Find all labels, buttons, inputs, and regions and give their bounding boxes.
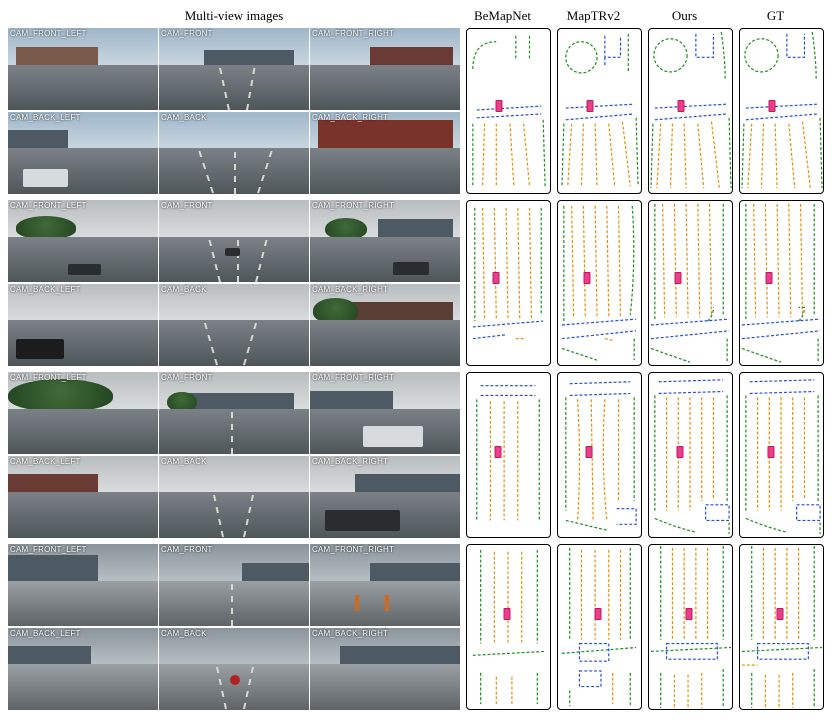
cam-front-left: CAM_FRONT_LEFT [8, 28, 158, 110]
map-maptrv2 [557, 372, 642, 538]
header-bemapnet: BeMapNet [460, 8, 545, 24]
ego-vehicle-icon [585, 446, 592, 458]
map-bemapnet [466, 28, 551, 194]
cam-front: CAM_FRONT [159, 372, 309, 454]
map-maptrv2 [557, 544, 642, 710]
cam-back-right: CAM_BACK_RIGHT [310, 628, 460, 710]
multiview-grid: CAM_FRONT_LEFT CAM_FRONT CAM_FRONT_RIGHT… [8, 372, 460, 538]
multiview-grid: CAM_FRONT_LEFT CAM_FRONT CAM_FRONT_RIGHT… [8, 28, 460, 194]
cam-front: CAM_FRONT [159, 544, 309, 626]
cam-back: CAM_BACK [159, 456, 309, 538]
scene-row-3: CAM_FRONT_LEFT CAM_FRONT CAM_FRONT_RIGHT… [8, 372, 830, 538]
ego-vehicle-icon [586, 100, 593, 112]
ego-vehicle-icon [677, 100, 684, 112]
cam-front: CAM_FRONT [159, 28, 309, 110]
map-maptrv2 [557, 28, 642, 194]
scene-row-2: CAM_FRONT_LEFT CAM_FRONT CAM_FRONT_RIGHT… [8, 200, 830, 366]
cam-front-left: CAM_FRONT_LEFT [8, 372, 158, 454]
cam-front-left: CAM_FRONT_LEFT [8, 544, 158, 626]
cam-back: CAM_BACK [159, 284, 309, 366]
scene-row-4: CAM_FRONT_LEFT CAM_FRONT CAM_FRONT_RIGHT… [8, 544, 830, 710]
map-ours [648, 200, 733, 366]
map-gt [739, 544, 824, 710]
ego-vehicle-icon [495, 100, 502, 112]
cam-back-left: CAM_BACK_LEFT [8, 284, 158, 366]
map-ours [648, 28, 733, 194]
header-multiview: Multi-view images [8, 8, 460, 24]
ego-vehicle-icon [675, 272, 682, 284]
map-gt [739, 372, 824, 538]
ego-vehicle-icon [768, 100, 775, 112]
cam-front-right: CAM_FRONT_RIGHT [310, 200, 460, 282]
map-gt [739, 28, 824, 194]
ego-vehicle-icon [503, 608, 510, 620]
ego-vehicle-icon [766, 272, 773, 284]
ego-vehicle-icon [493, 272, 500, 284]
comparison-figure: Multi-view images BeMapNet MapTRv2 Ours … [8, 8, 830, 714]
map-gt [739, 200, 824, 366]
header-ours: Ours [642, 8, 727, 24]
cam-back-right: CAM_BACK_RIGHT [310, 284, 460, 366]
cam-front-left: CAM_FRONT_LEFT [8, 200, 158, 282]
ego-vehicle-icon [494, 446, 501, 458]
cam-back-left: CAM_BACK_LEFT [8, 456, 158, 538]
multiview-grid: CAM_FRONT_LEFT CAM_FRONT CAM_FRONT_RIGHT… [8, 200, 460, 366]
map-maptrv2 [557, 200, 642, 366]
header-gt: GT [733, 8, 818, 24]
ego-vehicle-icon [594, 608, 601, 620]
header-maptrv2: MapTRv2 [551, 8, 636, 24]
cam-back: CAM_BACK [159, 112, 309, 194]
cam-front-right: CAM_FRONT_RIGHT [310, 28, 460, 110]
column-header-row: Multi-view images BeMapNet MapTRv2 Ours … [8, 8, 830, 24]
cam-back-right: CAM_BACK_RIGHT [310, 456, 460, 538]
multiview-grid: CAM_FRONT_LEFT CAM_FRONT CAM_FRONT_RIGHT… [8, 544, 460, 710]
ego-vehicle-icon [776, 608, 783, 620]
map-ours [648, 372, 733, 538]
map-bemapnet [466, 200, 551, 366]
cam-front: CAM_FRONT [159, 200, 309, 282]
map-bemapnet [466, 372, 551, 538]
cam-back-right: CAM_BACK_RIGHT [310, 112, 460, 194]
ego-vehicle-icon [584, 272, 591, 284]
cam-front-right: CAM_FRONT_RIGHT [310, 544, 460, 626]
cam-back-left: CAM_BACK_LEFT [8, 628, 158, 710]
cam-back-left: CAM_BACK_LEFT [8, 112, 158, 194]
cam-front-right: CAM_FRONT_RIGHT [310, 372, 460, 454]
map-bemapnet [466, 544, 551, 710]
cam-back: CAM_BACK [159, 628, 309, 710]
ego-vehicle-icon [767, 446, 774, 458]
map-ours [648, 544, 733, 710]
scene-row-1: CAM_FRONT_LEFT CAM_FRONT CAM_FRONT_RIGHT… [8, 28, 830, 194]
ego-vehicle-icon [685, 608, 692, 620]
ego-vehicle-icon [676, 446, 683, 458]
